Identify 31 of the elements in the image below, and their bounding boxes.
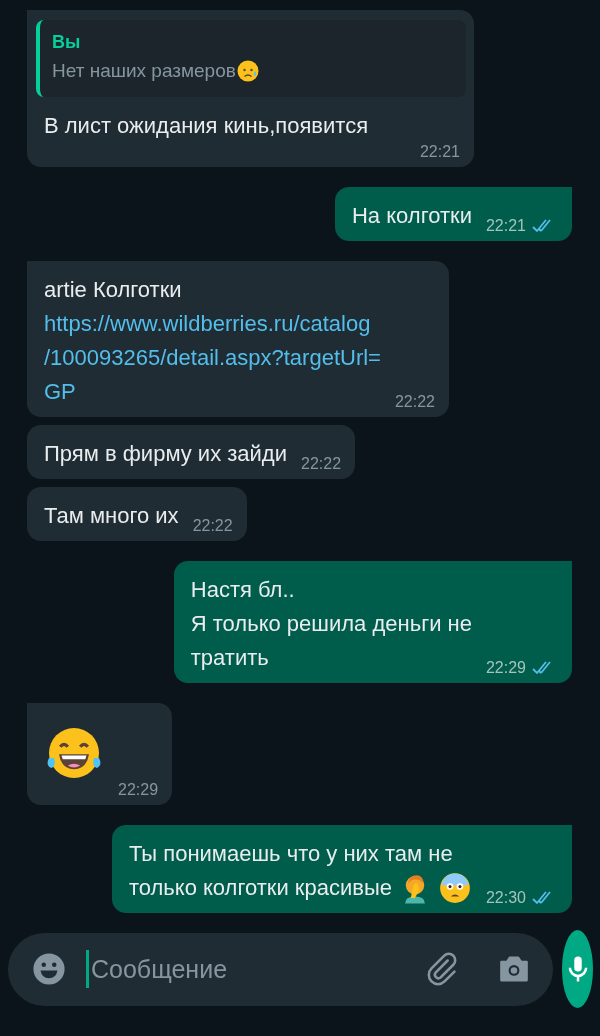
quote-author: Вы: [52, 32, 82, 53]
message-link[interactable]: GP: [44, 375, 381, 409]
message-time: 22:21: [485, 217, 526, 235]
message-field[interactable]: Сообщение: [8, 932, 553, 1006]
message-time: 22:29: [118, 781, 159, 799]
quote-text: Нет наших размеров: [52, 60, 236, 82]
message-text: Я только решила деньги не: [190, 610, 472, 638]
message-time: 22:29: [485, 659, 526, 677]
message-text: Прям в фирму их зайди: [44, 440, 287, 468]
message-time: 22:22: [394, 393, 435, 411]
paperclip-icon[interactable]: [425, 952, 459, 986]
message-text: Ты понимаешь что у них там не: [128, 840, 454, 868]
message-text: тратить: [190, 644, 270, 672]
sad-face-icon: [235, 59, 260, 83]
smiley-icon[interactable]: [32, 952, 66, 986]
message-text: Настя бл..: [190, 576, 296, 604]
message-text: На колготки: [351, 202, 472, 230]
quoted-message[interactable]: Вы Нет наших размеров: [36, 20, 466, 97]
message-input-field[interactable]: Сообщение: [89, 953, 415, 985]
message-text: В лист ожидания кинь,появится: [44, 112, 369, 140]
message-link[interactable]: https://www.wildberries.ru/catalog: [44, 307, 381, 341]
shocked-face-icon: [437, 871, 472, 905]
text-cursor: [86, 950, 89, 988]
message-text: Там много их: [44, 502, 179, 530]
message-text: только колготки красивые: [128, 874, 392, 902]
message-time: 22:22: [192, 517, 233, 535]
message-time: 22:30: [485, 889, 526, 907]
message-text: artie Колготки: [44, 276, 183, 304]
message-link[interactable]: /100093265/detail.aspx?targetUrl=: [44, 341, 381, 375]
message-time: 22:22: [301, 455, 342, 473]
message-time: 22:21: [419, 143, 460, 161]
